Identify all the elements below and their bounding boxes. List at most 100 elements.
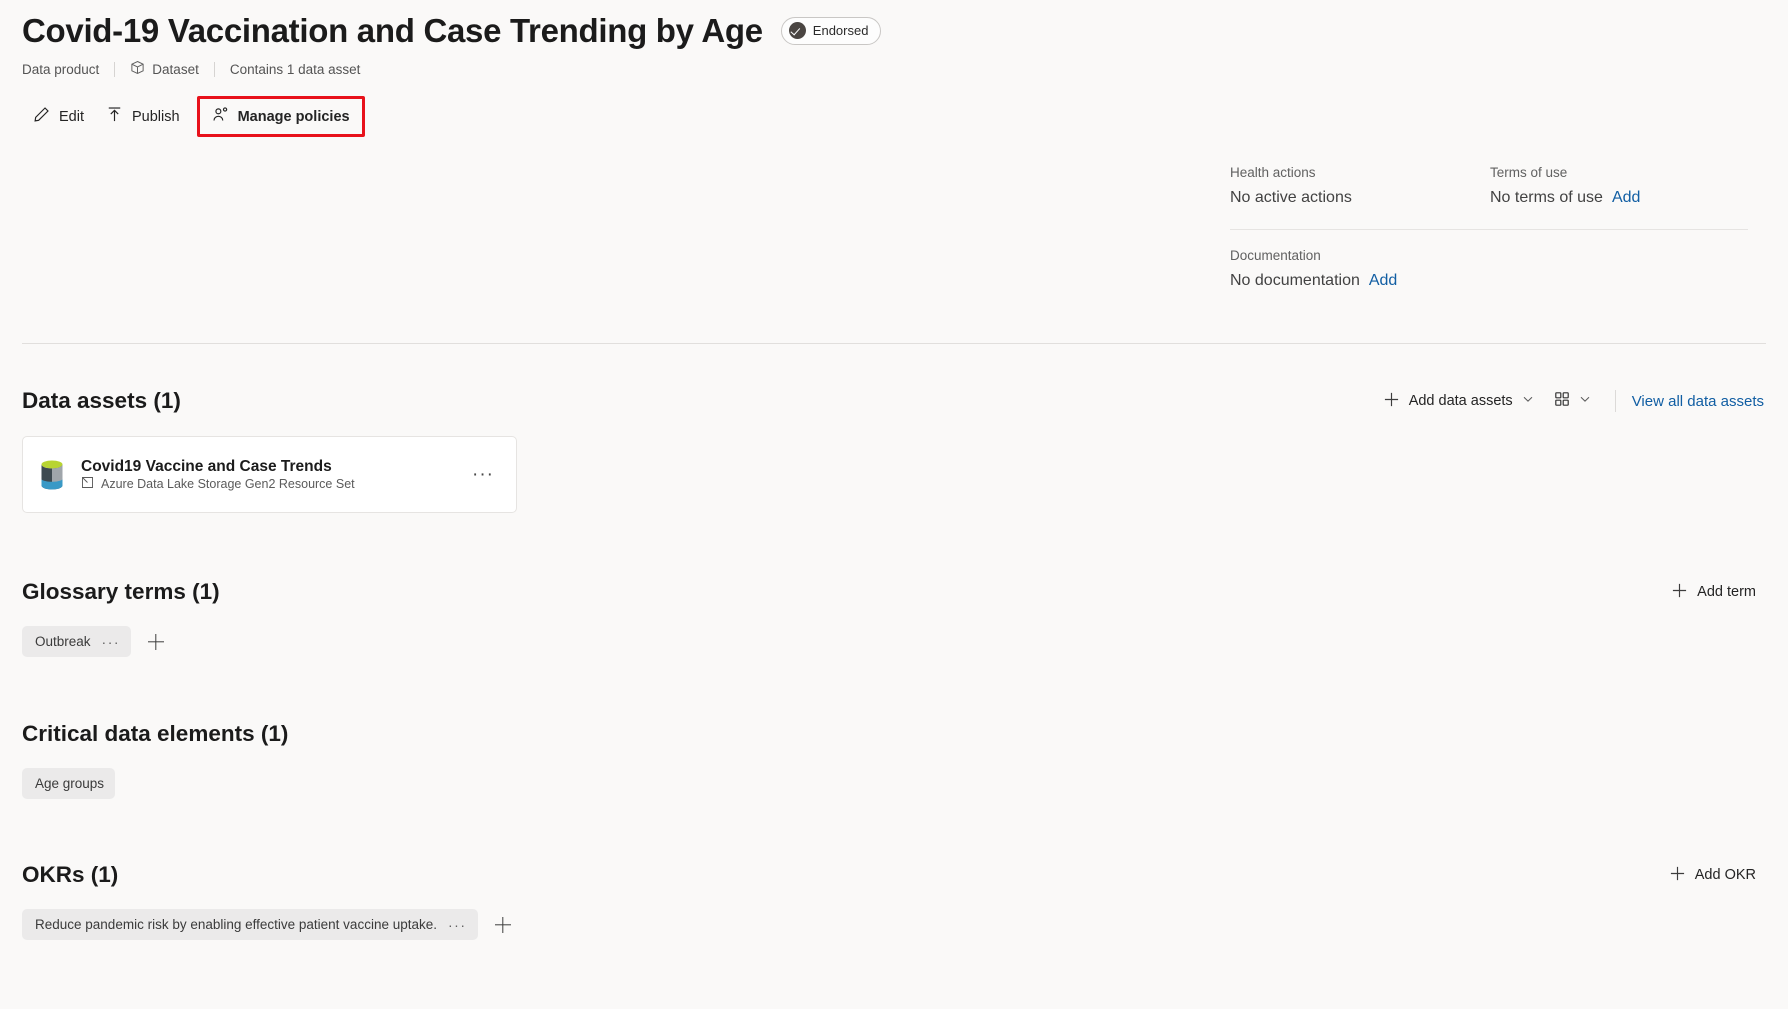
critical-data-elements-section: Critical data elements (1) Age groups [0,713,1788,799]
view-layout-button[interactable] [1544,385,1601,417]
terms-of-use-add-link[interactable]: Add [1612,189,1640,207]
manage-policies-label: Manage policies [237,108,350,125]
add-okr-inline-button[interactable] [488,910,518,940]
documentation-label: Documentation [1230,248,1321,263]
add-glossary-term-inline-button[interactable] [141,627,171,657]
toolbar-divider [1614,390,1616,412]
documentation-add-link[interactable]: Add [1369,272,1397,290]
data-asset-type: Azure Data Lake Storage Gen2 Resource Se… [81,476,466,492]
add-term-button[interactable]: Add term [1661,576,1766,609]
okrs-title: OKRs (1) [22,862,119,887]
health-actions-value: No active actions [1230,189,1490,207]
page-title: Covid-19 Vaccination and Case Trending b… [22,12,763,49]
info-divider [1230,229,1748,230]
status-badge-label: Endorsed [812,23,869,39]
okrs-header: OKRs (1) Add OKR [22,854,1766,896]
manage-policies-highlight: Manage policies [196,96,365,138]
info-top-row: Health actions No active actions Terms o… [1230,165,1750,207]
okrs-toolbar: Add OKR [1659,859,1766,892]
breadcrumb-item-asset-count: Contains 1 data asset [230,62,361,77]
person-policy-icon [212,106,229,127]
data-asset-name: Covid19 Vaccine and Case Trends [81,457,332,475]
data-asset-text: Covid19 Vaccine and Case Trends Azure Da… [81,458,466,492]
glossary-terms-section: Glossary terms (1) Add term Outbreak ··· [0,571,1788,657]
plus-icon [1383,391,1400,412]
data-assets-list: Covid19 Vaccine and Case Trends Azure Da… [22,436,1766,513]
plus-icon [1671,582,1688,603]
grid-view-icon [1554,391,1570,411]
terms-of-use-block: Terms of use No terms of use Add [1490,165,1750,207]
health-actions-label: Health actions [1230,165,1316,180]
critical-data-element-chip[interactable]: Age groups [22,768,116,799]
critical-data-elements-title: Critical data elements (1) [22,721,289,746]
overview-info-panel: Health actions No active actions Terms o… [1230,165,1750,290]
breadcrumb-label-0: Data product [22,61,100,77]
glossary-terms-list: Outbreak ··· [22,626,1766,657]
check-circle-icon [788,22,806,40]
glossary-terms-header: Glossary terms (1) Add term [22,571,1766,613]
breadcrumb-label-1: Dataset [152,61,199,77]
edit-button[interactable]: Edit [22,99,95,134]
resource-set-icon [81,476,94,492]
glossary-terms-toolbar: Add term [1661,576,1766,609]
data-assets-title: Data assets (1) [22,388,181,413]
plus-icon [1669,865,1686,886]
add-data-assets-button[interactable]: Add data assets [1373,385,1544,418]
data-assets-header: Data assets (1) Add data assets View all… [22,380,1766,422]
data-lake-storage-icon [37,458,67,492]
documentation-block: Documentation No documentation Add [1230,248,1750,290]
status-badge: Endorsed [780,16,882,45]
breadcrumb-divider-2 [213,61,215,77]
terms-of-use-label: Terms of use [1490,165,1568,180]
documentation-value: No documentation Add [1230,272,1750,290]
terms-of-use-text: No terms of use [1490,189,1603,206]
add-okr-label: Add OKR [1694,867,1756,883]
view-all-data-assets-link[interactable]: View all data assets [1630,387,1766,416]
critical-data-elements-list: Age groups [22,768,1766,799]
okrs-list: Reduce pandemic risk by enabling effecti… [22,909,1766,940]
command-bar: Edit Publish Manage policies [0,78,1788,138]
critical-data-element-label: Age groups [35,776,105,791]
breadcrumb-divider [114,61,116,77]
edit-button-label: Edit [59,108,84,125]
terms-of-use-value: No terms of use Add [1490,189,1750,207]
glossary-term-chip[interactable]: Outbreak ··· [22,626,132,657]
okr-more-menu[interactable]: ··· [448,918,467,932]
manage-policies-button[interactable]: Manage policies [208,103,354,130]
okr-chip[interactable]: Reduce pandemic risk by enabling effecti… [22,909,478,940]
pencil-icon [33,106,50,127]
title-row: Covid-19 Vaccination and Case Trending b… [0,0,1788,51]
publish-upload-icon [106,106,123,127]
health-actions-text: No active actions [1230,189,1352,206]
header-section-divider [22,343,1766,344]
publish-button[interactable]: Publish [95,99,191,134]
data-assets-toolbar: Add data assets View all data assets [1373,385,1766,418]
breadcrumb-item-data-product: Data product [22,62,99,77]
glossary-terms-title: Glossary terms (1) [22,579,220,604]
cube-icon [130,60,145,78]
add-okr-button[interactable]: Add OKR [1659,859,1766,892]
critical-data-elements-header: Critical data elements (1) [22,713,1766,755]
data-product-page: Covid-19 Vaccination and Case Trending b… [0,0,1788,1009]
data-assets-section: Data assets (1) Add data assets View all… [0,380,1788,513]
breadcrumb-item-dataset: Dataset [130,60,199,78]
glossary-term-label: Outbreak [35,634,91,649]
chevron-down-icon [1522,393,1534,409]
okrs-section: OKRs (1) Add OKR Reduce pandemic risk by… [0,854,1788,940]
breadcrumb: Data product Dataset Contains 1 data ass… [0,51,1788,78]
data-asset-type-label: Azure Data Lake Storage Gen2 Resource Se… [101,476,355,491]
add-term-label: Add term [1697,584,1756,600]
data-asset-more-menu[interactable]: ··· [466,461,500,488]
okr-label: Reduce pandemic risk by enabling effecti… [35,917,437,932]
chevron-down-icon [1579,393,1591,409]
health-actions-block: Health actions No active actions [1230,165,1490,207]
publish-button-label: Publish [132,108,180,125]
data-asset-card[interactable]: Covid19 Vaccine and Case Trends Azure Da… [22,436,517,513]
glossary-term-more-menu[interactable]: ··· [102,635,121,649]
page-content: Data assets (1) Add data assets View all… [0,380,1788,940]
breadcrumb-label-2: Contains 1 data asset [229,61,361,77]
documentation-text: No documentation [1230,272,1360,289]
